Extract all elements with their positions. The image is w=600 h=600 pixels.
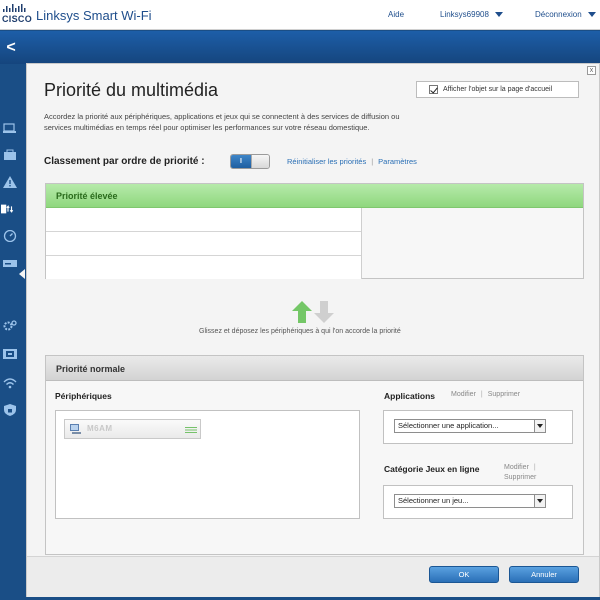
- applications-label: Applications: [384, 391, 436, 401]
- game-select[interactable]: Sélectionner un jeu...: [394, 494, 546, 508]
- toggle-knob[interactable]: [251, 155, 269, 168]
- show-on-home-label: Afficher l'objet sur la page d'accueil: [443, 86, 553, 93]
- normal-priority-header: Priorité normale: [46, 356, 583, 381]
- high-priority-slot[interactable]: [46, 208, 361, 232]
- games-actions: Modifier |: [504, 464, 541, 471]
- chevron-down-icon: [494, 12, 503, 18]
- toggle-on-label: I: [231, 155, 251, 168]
- logout-label: Déconnexion: [535, 10, 582, 19]
- page-title: Priorité du multimédia: [44, 80, 219, 100]
- header-strip: [0, 31, 600, 64]
- games-label: Catégorie Jeux en ligne: [384, 464, 480, 474]
- cisco-wordmark: CISCO: [2, 14, 33, 24]
- applications-delete-link[interactable]: Supprimer: [488, 391, 520, 398]
- top-bar: CISCO Linksys Smart Wi-Fi Aide Linksys69…: [0, 0, 600, 30]
- logout-menu[interactable]: Déconnexion: [535, 10, 596, 19]
- high-priority-slot[interactable]: [46, 232, 361, 256]
- link-separator: |: [480, 391, 483, 398]
- app-title: Linksys Smart Wi-Fi: [36, 8, 152, 23]
- applications-actions: Modifier | Supprimer: [451, 391, 520, 398]
- media-prioritization-icon[interactable]: [1, 203, 15, 215]
- games-delete-link[interactable]: Supprimer: [504, 474, 536, 481]
- close-icon[interactable]: x: [587, 66, 596, 75]
- active-indicator: [19, 269, 25, 279]
- network-map-icon[interactable]: [3, 122, 17, 134]
- settings-link[interactable]: Paramètres: [378, 157, 417, 166]
- link-separator: |: [533, 464, 536, 471]
- device-name: M6AM: [87, 424, 113, 433]
- show-on-home-option[interactable]: Afficher l'objet sur la page d'accueil: [416, 81, 579, 98]
- high-priority-title: Priorité élevée: [56, 191, 118, 201]
- drag-arrows-icon: [292, 301, 334, 323]
- troubleshooting-icon[interactable]: [3, 348, 17, 360]
- ranking-label: Classement par ordre de priorité :: [44, 156, 205, 167]
- chevron-down-icon[interactable]: [534, 420, 545, 432]
- account-name: Linksys69908: [440, 10, 489, 19]
- reset-priorities-link[interactable]: Réinitialiser les priorités: [287, 157, 366, 166]
- normal-priority-title: Priorité normale: [56, 364, 126, 374]
- sidebar: [0, 64, 25, 600]
- page-description: Accordez la priorité aux périphériques, …: [44, 112, 400, 132]
- cisco-logo: CISCO: [2, 3, 32, 27]
- external-storage-icon[interactable]: [3, 257, 17, 269]
- devices-label: Périphériques: [55, 391, 112, 401]
- ranking-toggle[interactable]: I: [230, 154, 270, 169]
- computer-icon: [70, 424, 81, 434]
- back-button[interactable]: <: [0, 31, 22, 64]
- game-select-value: Sélectionner un jeu...: [398, 496, 469, 505]
- application-select-value: Sélectionner une application...: [398, 421, 499, 430]
- connectivity-icon[interactable]: [3, 320, 17, 332]
- link-separator: |: [371, 157, 374, 166]
- chevron-down-icon[interactable]: [534, 495, 545, 507]
- show-on-home-checkbox[interactable]: [429, 85, 438, 94]
- chevron-down-icon: [587, 12, 596, 18]
- account-menu[interactable]: Linksys69908: [440, 10, 503, 19]
- parental-controls-icon[interactable]: [3, 176, 17, 188]
- help-link[interactable]: Aide: [388, 10, 404, 19]
- ok-button[interactable]: OK: [429, 566, 499, 583]
- high-priority-header: Priorité élevée: [46, 184, 583, 208]
- wireless-icon[interactable]: [3, 377, 17, 389]
- high-priority-box[interactable]: Priorité élevée: [45, 183, 584, 279]
- games-actions-wrap: Supprimer: [504, 474, 536, 481]
- ranking-links: Réinitialiser les priorités | Paramètres: [287, 157, 417, 166]
- cisco-logo-icon: [3, 4, 26, 12]
- high-priority-list[interactable]: [46, 208, 362, 279]
- guest-access-icon[interactable]: [3, 149, 17, 161]
- security-icon[interactable]: [3, 404, 17, 416]
- speed-test-icon[interactable]: [3, 230, 17, 242]
- cancel-button[interactable]: Annuler: [509, 566, 579, 583]
- drag-hint: Glissez et déposez les périphériques à q…: [199, 328, 401, 335]
- device-item[interactable]: M6AM: [64, 419, 201, 439]
- application-select[interactable]: Sélectionner une application...: [394, 419, 546, 433]
- applications-edit-link[interactable]: Modifier: [451, 391, 476, 398]
- games-edit-link[interactable]: Modifier: [504, 464, 529, 471]
- drag-handle-icon[interactable]: [185, 427, 197, 433]
- high-priority-slot[interactable]: [46, 256, 361, 280]
